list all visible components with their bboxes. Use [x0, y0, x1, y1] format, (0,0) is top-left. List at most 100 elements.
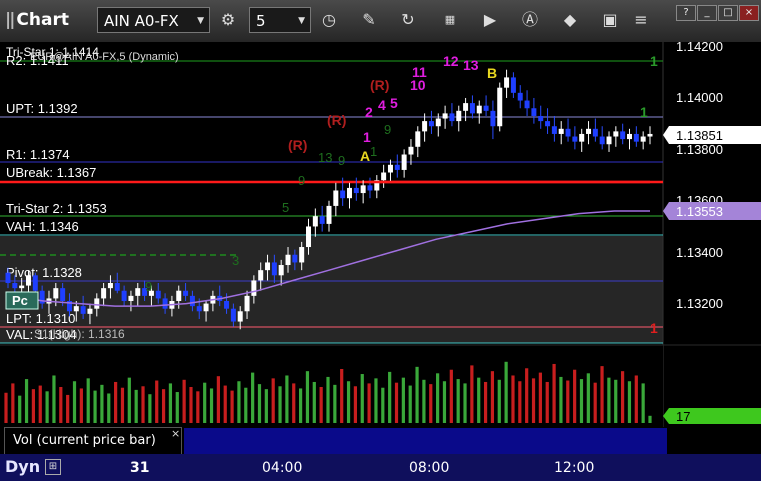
volume-bar [203, 382, 207, 423]
volume-bar [182, 379, 186, 423]
dynamic-label[interactable]: Dyn [5, 457, 40, 476]
candle-body [613, 131, 619, 137]
candle-body [196, 306, 202, 312]
annotation-count: 10 [410, 77, 426, 93]
candle-body [394, 164, 400, 170]
candle-body [620, 131, 626, 140]
setup-count: 1 [370, 144, 377, 159]
volume-bar [209, 388, 214, 423]
volume-bar [264, 389, 268, 423]
candle-body [346, 187, 352, 199]
volume-bar [449, 369, 453, 423]
volume-bar [31, 389, 36, 423]
volume-bar [600, 366, 604, 423]
candle-body [189, 295, 195, 307]
volume-bar [401, 377, 405, 423]
clock-icon[interactable]: ◷ [316, 8, 342, 32]
volume-bar [415, 366, 419, 423]
candle-body [353, 187, 359, 194]
volume-bar [346, 381, 351, 423]
volume-bar [408, 385, 412, 423]
candle-body [442, 113, 448, 119]
gear-icon[interactable]: ⚙ [215, 8, 241, 32]
candle-body [545, 121, 551, 127]
volume-bar [360, 374, 364, 423]
volume-bar [525, 368, 529, 423]
chart-canvas[interactable]: R2: 1.1411UPT: 1.1392R1: 1.1374UBreak: 1… [0, 42, 761, 427]
volume-bar [11, 383, 15, 423]
volume-bar [257, 384, 262, 423]
interval-selector[interactable]: 5 ▼ [249, 7, 311, 33]
volume-bar [292, 383, 296, 423]
volume-bar [477, 377, 481, 423]
list-icon[interactable]: ≡ [628, 8, 654, 32]
chart-subtitle: EUR@AIN A0-FX,5 (Dynamic) [30, 51, 179, 63]
setup-count: 9 [298, 173, 305, 188]
candle-body [135, 288, 141, 296]
volume-bar [483, 381, 488, 423]
symbol-value: AIN A0-FX [104, 12, 179, 30]
annotation-marker: B [487, 65, 497, 81]
volume-bar [168, 383, 173, 423]
time-axis[interactable]: Dyn ⊞ 31 04:00 08:00 12:00 [0, 454, 761, 481]
volume-bar [326, 376, 330, 423]
volume-bar [223, 385, 227, 423]
calculator-icon[interactable]: ▦ [437, 8, 463, 32]
volume-bar [374, 378, 378, 423]
volume-bar [353, 386, 358, 423]
tag-icon[interactable]: ◆ [557, 8, 583, 32]
alert-icon[interactable]: Ⓐ [517, 8, 543, 32]
volume-bar [607, 377, 611, 423]
tab-volume-indicator[interactable]: Vol (current price bar) [4, 427, 182, 454]
candle-body [565, 128, 571, 137]
ma-price-value: 1.13553 [676, 204, 723, 219]
drag-handle-icon[interactable]: || [5, 10, 16, 30]
layout-icon[interactable]: ⊞ [45, 459, 61, 475]
maximize-button[interactable]: □ [718, 5, 738, 21]
candle-body [592, 128, 598, 137]
annotation-count: 1 [363, 129, 371, 145]
candle-body [586, 128, 592, 134]
volume-bar [244, 387, 248, 423]
candle-body [312, 216, 318, 227]
snapshot-icon[interactable]: ▣ [597, 8, 623, 32]
candle-body [483, 105, 489, 111]
candle-body [510, 77, 516, 93]
play-icon[interactable]: ▶ [477, 8, 503, 32]
symbol-selector[interactable]: AIN A0-FX ▼ [97, 7, 210, 33]
candle-body [538, 115, 544, 122]
refresh-icon[interactable]: ↻ [395, 8, 421, 32]
candle-body [101, 288, 107, 299]
annotation-count: 2 [365, 104, 373, 120]
volume-value-pointer [663, 408, 669, 424]
volume-bar [79, 388, 83, 423]
price-tick: 1.14200 [676, 42, 723, 54]
volume-bar [367, 383, 371, 423]
candle-body [53, 288, 59, 299]
close-icon[interactable]: × [171, 427, 180, 440]
volume-bar [93, 390, 97, 423]
candle-body [155, 290, 161, 299]
candle-body [428, 121, 434, 127]
candle-body [476, 105, 482, 114]
candle-body [251, 280, 257, 296]
candle-body [360, 185, 366, 194]
pencil-icon[interactable]: ✎ [356, 8, 382, 32]
price-chart[interactable]: R2: 1.1411 UPT: 1.1392 R1: 1.1374 UBreak: 1… [0, 42, 761, 481]
setup-count: 9 [145, 279, 152, 294]
candle-body [244, 295, 250, 312]
price-tick: 1.13200 [676, 296, 723, 311]
candle-body [367, 185, 373, 191]
close-button[interactable]: × [739, 5, 759, 21]
minimize-button[interactable]: _ [697, 5, 717, 21]
volume-bar [531, 378, 536, 423]
candle-body [640, 136, 646, 142]
candle-body [73, 306, 79, 312]
interval-value: 5 [256, 12, 266, 30]
volume-bar [566, 380, 570, 423]
candle-body [606, 136, 612, 145]
help-button[interactable]: ? [676, 5, 696, 21]
time-tick: 04:00 [262, 460, 303, 476]
volume-bar [573, 369, 577, 423]
volume-bar [24, 379, 29, 423]
